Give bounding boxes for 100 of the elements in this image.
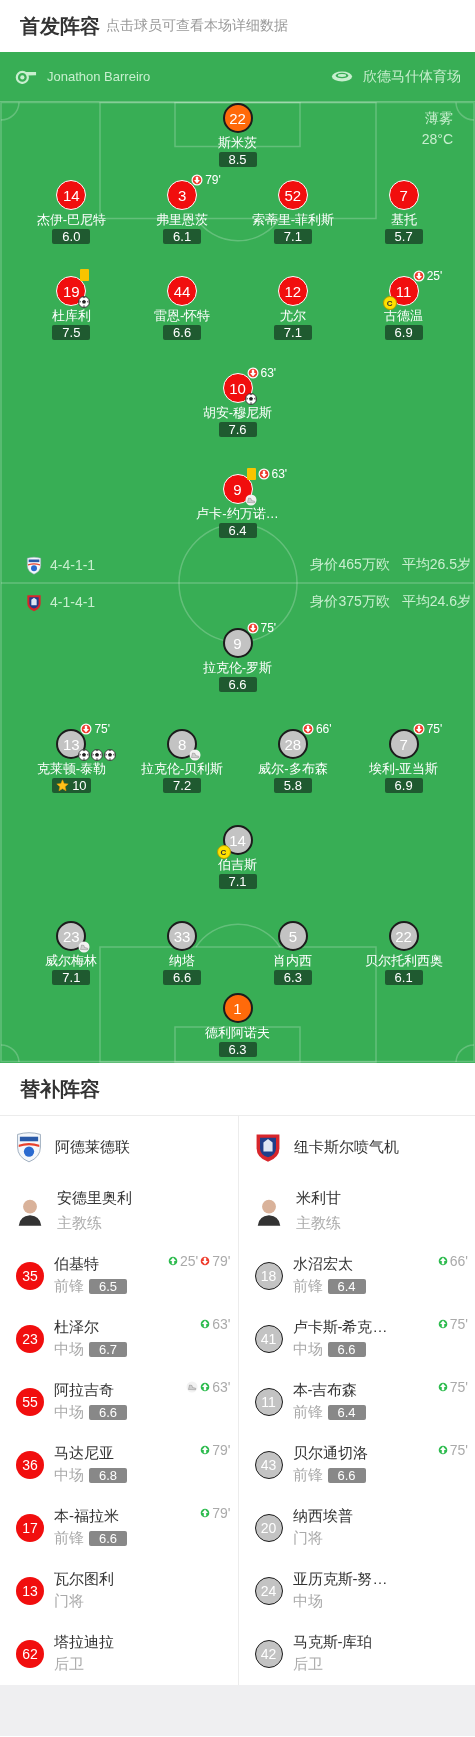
jersey-number[interactable]: 20: [254, 1513, 283, 1542]
player-position: 中场: [54, 1466, 84, 1485]
player-name: 杜库利: [51, 308, 91, 324]
jersey-number[interactable]: 13: [16, 1576, 44, 1605]
football-icon: [91, 749, 104, 761]
player-rating: 6.7: [89, 1342, 127, 1357]
football-icon: [78, 749, 91, 761]
player-position: 前锋: [292, 1466, 323, 1485]
referee-name: Jonathon Barreiro: [47, 69, 151, 84]
jersey-number[interactable]: 41: [254, 1324, 283, 1353]
player-name: 卢卡斯-希克…: [292, 1318, 388, 1337]
player-name: 胡安-穆尼斯: [202, 405, 273, 421]
jersey-number[interactable]: 10: [222, 373, 253, 403]
jersey-number[interactable]: 7: [388, 729, 419, 759]
team-name: 阿德莱德联: [55, 1137, 130, 1157]
jersey-number[interactable]: 52: [277, 180, 308, 210]
jersey-number[interactable]: 43: [254, 1450, 283, 1479]
jersey-number[interactable]: 22: [388, 921, 419, 951]
jersey-number[interactable]: 18: [254, 1261, 283, 1290]
substitution-minute: 66': [315, 722, 332, 736]
jersey-number[interactable]: 9: [222, 628, 253, 658]
booking-card-icon: [246, 468, 256, 480]
jersey-number[interactable]: 9: [222, 474, 253, 504]
player-name: 基托: [390, 212, 417, 228]
jersey-number[interactable]: 12: [277, 276, 308, 306]
formation-text: 4-4-1-1: [50, 557, 96, 573]
boot-icon: [186, 1381, 199, 1393]
substitution-minute: 75': [449, 1379, 468, 1395]
jersey-number[interactable]: 22: [222, 103, 253, 133]
football-icon: [78, 296, 91, 308]
substitution-in-icon: [199, 1507, 212, 1519]
jersey-number[interactable]: 8: [167, 729, 198, 759]
jersey-number[interactable]: 44: [167, 276, 198, 306]
player-name: 卢卡-约万诺…: [196, 506, 279, 522]
section-title: 首发阵容: [20, 13, 100, 39]
jersey-number[interactable]: 13: [56, 729, 87, 759]
jersey-number[interactable]: 24: [254, 1576, 283, 1605]
captain-badge: C: [382, 296, 397, 310]
substitution-minute: 25': [180, 1253, 199, 1269]
player-name: 纳塔: [169, 953, 196, 969]
weather-text: 薄雾: [425, 110, 453, 128]
player-rating: 7.1: [273, 229, 312, 244]
player-position: 前锋: [292, 1277, 323, 1296]
jersey-number[interactable]: 1: [222, 993, 253, 1023]
player-rating: 5.8: [273, 778, 312, 793]
team-logo: [26, 592, 42, 612]
substitution-out-icon: [412, 270, 425, 282]
substitution-in-icon: [436, 1255, 449, 1267]
player-name: 威尔梅林: [45, 953, 98, 969]
player-position: 门将: [54, 1592, 84, 1611]
jersey-number[interactable]: 14: [56, 180, 87, 210]
player-rating: 7.6: [218, 422, 257, 437]
substitution-out-icon: [301, 723, 314, 735]
substitution-minute: 79': [212, 1505, 231, 1521]
substitution-in-icon: [436, 1381, 449, 1393]
player-name: 弗里恩茨: [156, 212, 209, 228]
player-name: 拉克伦-罗斯: [202, 660, 273, 676]
average-age-text: 平均24.6岁: [401, 593, 471, 611]
boot-icon: [244, 494, 257, 506]
player-name: 马克斯-库珀: [292, 1633, 373, 1652]
player-rating: 6.4: [218, 523, 257, 538]
player-rating: 6.6: [327, 1468, 366, 1483]
football-icon: [244, 393, 257, 405]
jersey-number[interactable]: 7: [388, 180, 419, 210]
player-name: 拉克伦-贝利斯: [140, 761, 224, 777]
jersey-number[interactable]: 42: [254, 1639, 283, 1668]
player-name: 尤尔: [279, 308, 306, 324]
player-name: 本-福拉米: [54, 1507, 120, 1526]
jersey-number[interactable]: 33: [167, 921, 198, 951]
player-name: 阿拉吉奇: [54, 1381, 115, 1400]
jersey-number[interactable]: 55: [16, 1387, 44, 1416]
coach-name: 安德里奥利: [57, 1189, 132, 1208]
player-name: 古德温: [384, 308, 424, 324]
player-rating: 6.6: [89, 1531, 127, 1546]
player-position: 后卫: [292, 1655, 323, 1674]
player-name: 埃利-亚当斯: [368, 761, 439, 777]
section-title: 替补阵容: [20, 1076, 100, 1102]
substitution-in-icon: [199, 1444, 212, 1456]
coach-role: 主教练: [57, 1214, 103, 1233]
booking-card-icon: [80, 269, 90, 281]
jersey-number[interactable]: 28: [277, 729, 308, 759]
player-rating: 7.5: [52, 325, 91, 340]
jersey-number[interactable]: 36: [16, 1450, 44, 1479]
jersey-number[interactable]: 11: [254, 1387, 283, 1416]
substitution-out-icon: [199, 1255, 212, 1267]
substitution-minute: 79': [212, 1442, 231, 1458]
jersey-number[interactable]: 35: [16, 1261, 44, 1290]
jersey-number[interactable]: 23: [16, 1324, 44, 1353]
substitution-minute: 75': [449, 1442, 468, 1458]
player-name: 杰伊-巴尼特: [36, 212, 107, 228]
jersey-number[interactable]: 3: [167, 180, 198, 210]
substitution-minute: 75': [260, 621, 277, 635]
player-rating: 6.6: [327, 1342, 366, 1357]
whistle-icon: [15, 69, 37, 84]
jersey-number[interactable]: 17: [16, 1513, 44, 1542]
jersey-number[interactable]: 62: [16, 1639, 44, 1668]
player-name: 瓦尔图利: [54, 1570, 114, 1589]
jersey-number[interactable]: 5: [277, 921, 308, 951]
jersey-number[interactable]: 23: [56, 921, 87, 951]
player-rating: 6.6: [163, 325, 202, 340]
